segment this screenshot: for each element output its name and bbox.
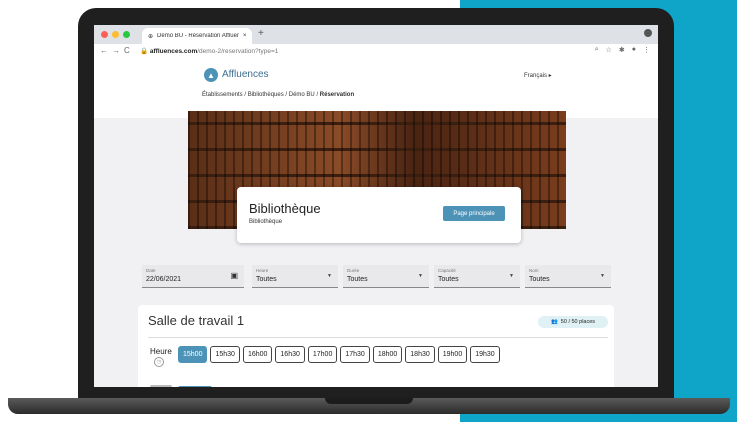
calendar-icon[interactable]: ▣ <box>230 271 238 280</box>
browser-tab[interactable]: ⊕ Démo BU - Réservation Affluen × <box>142 28 252 44</box>
people-icon: 👥 <box>550 319 558 325</box>
profile-menu-icon[interactable] <box>644 29 652 37</box>
url-host: affluences.com <box>149 48 198 55</box>
date-filter[interactable]: Date 22/06/2021 ▣ <box>142 265 244 288</box>
chevron-down-icon: ▼ <box>418 273 423 279</box>
chevron-down-icon: ▼ <box>327 273 332 279</box>
slot-1800[interactable]: 18h00 <box>372 346 403 363</box>
date-filter-label: Date <box>146 268 156 273</box>
places-badge: 👥 50 / 50 places <box>538 316 608 328</box>
globe-icon: ⊕ <box>148 33 154 40</box>
breadcrumb-bibliotheques[interactable]: Bibliothèques <box>248 92 284 98</box>
date-filter-value: 22/06/2021 <box>146 276 182 283</box>
breadcrumb-separator: / <box>244 92 247 98</box>
star-icon[interactable]: ☆ <box>606 46 612 54</box>
laptop-notch <box>325 398 413 404</box>
slot-1600[interactable]: 16h00 <box>242 346 273 363</box>
maximize-window-icon[interactable] <box>123 31 130 38</box>
slot-1500[interactable]: 15h00 <box>178 346 208 363</box>
divider <box>148 337 608 338</box>
chevron-down-icon: ▼ <box>509 273 514 279</box>
breadcrumb: Établissements / Bibliothèques / Démo BU… <box>202 92 354 98</box>
main-page-button[interactable]: Page principale <box>443 206 505 221</box>
more-menu-icon[interactable]: ⋮ <box>643 46 650 54</box>
breadcrumb-etablissements[interactable]: Établissements <box>202 92 243 98</box>
avatar-icon[interactable]: ● <box>632 46 636 54</box>
tab-bar: ⊕ Démo BU - Réservation Affluen × + <box>94 25 658 44</box>
tab-close-icon[interactable]: × <box>243 33 247 39</box>
room-panel: Salle de travail 1 👥 50 / 50 places Heure… <box>138 305 614 387</box>
slot-1530[interactable]: 15h30 <box>210 346 240 363</box>
capacity-filter-label: Capacité <box>438 268 456 273</box>
room-title: Salle de travail 1 <box>148 313 245 328</box>
url-field[interactable]: 🔒 affluences.com/demo-2/reservation?type… <box>140 47 278 55</box>
slot-1830[interactable]: 18h30 <box>405 346 435 363</box>
capacity-filter[interactable]: Capacité Toutes ▼ <box>434 265 520 288</box>
name-filter-value: Toutes <box>529 276 550 283</box>
tab-title: Démo BU - Réservation Affluen <box>157 33 240 39</box>
hour-filter[interactable]: Heure Toutes ▼ <box>252 265 338 288</box>
url-path: /demo-2/reservation?type=1 <box>197 48 279 55</box>
breadcrumb-separator: / <box>285 92 288 98</box>
nav-buttons-icon[interactable]: ←→C <box>100 46 134 55</box>
capacity-filter-value: Toutes <box>438 276 459 283</box>
library-card: Bibliothèque Bibliothèque Page principal… <box>237 187 521 243</box>
hour-label: Heure <box>150 347 172 356</box>
page-header: ▲ Affluences Français ▸ Établissements /… <box>94 60 658 118</box>
address-bar: ←→C 🔒 affluences.com/demo-2/reservation?… <box>94 44 658 61</box>
hour-filter-label: Heure <box>256 268 269 273</box>
slot-1900[interactable]: 19h00 <box>437 346 468 363</box>
breadcrumb-separator: / <box>316 92 319 98</box>
name-filter-label: Nom <box>529 268 539 273</box>
language-selector[interactable]: Français ▸ <box>524 72 552 79</box>
library-title: Bibliothèque <box>249 201 321 216</box>
close-window-icon[interactable] <box>101 31 108 38</box>
truncated-label <box>150 385 172 387</box>
breadcrumb-demo-bu[interactable]: Démo BU <box>289 92 315 98</box>
browser-window: ⊕ Démo BU - Réservation Affluen × + ←→C … <box>94 25 658 387</box>
truncated-button[interactable] <box>178 386 212 387</box>
places-count: 50 / 50 places <box>560 319 596 325</box>
slot-1930[interactable]: 19h30 <box>470 346 500 363</box>
clock-icon: ◷ <box>154 357 164 367</box>
hour-filter-value: Toutes <box>256 276 277 283</box>
name-filter[interactable]: Nom Toutes ▼ <box>525 265 611 288</box>
duration-filter-label: Durée <box>347 268 360 273</box>
breadcrumb-current: Réservation <box>319 92 355 98</box>
duration-filter-value: Toutes <box>347 276 368 283</box>
minimize-window-icon[interactable] <box>112 31 119 38</box>
time-slots: 15h00 15h30 16h00 16h30 17h00 17h30 18h0… <box>178 346 500 363</box>
library-subtitle: Bibliothèque <box>249 219 283 225</box>
duration-filter[interactable]: Durée Toutes ▼ <box>343 265 429 288</box>
extension-icon[interactable]: ✱ <box>619 46 625 54</box>
slot-1700[interactable]: 17h00 <box>307 346 338 363</box>
chevron-down-icon: ▼ <box>600 273 605 279</box>
new-tab-button[interactable]: + <box>258 28 264 39</box>
zoom-icon[interactable]: ⌕ <box>595 46 599 54</box>
slot-1630[interactable]: 16h30 <box>275 346 305 363</box>
affluences-logo-icon[interactable]: ▲ <box>204 68 218 82</box>
slot-1730[interactable]: 17h30 <box>340 346 370 363</box>
brand-name[interactable]: Affluences <box>222 69 269 80</box>
